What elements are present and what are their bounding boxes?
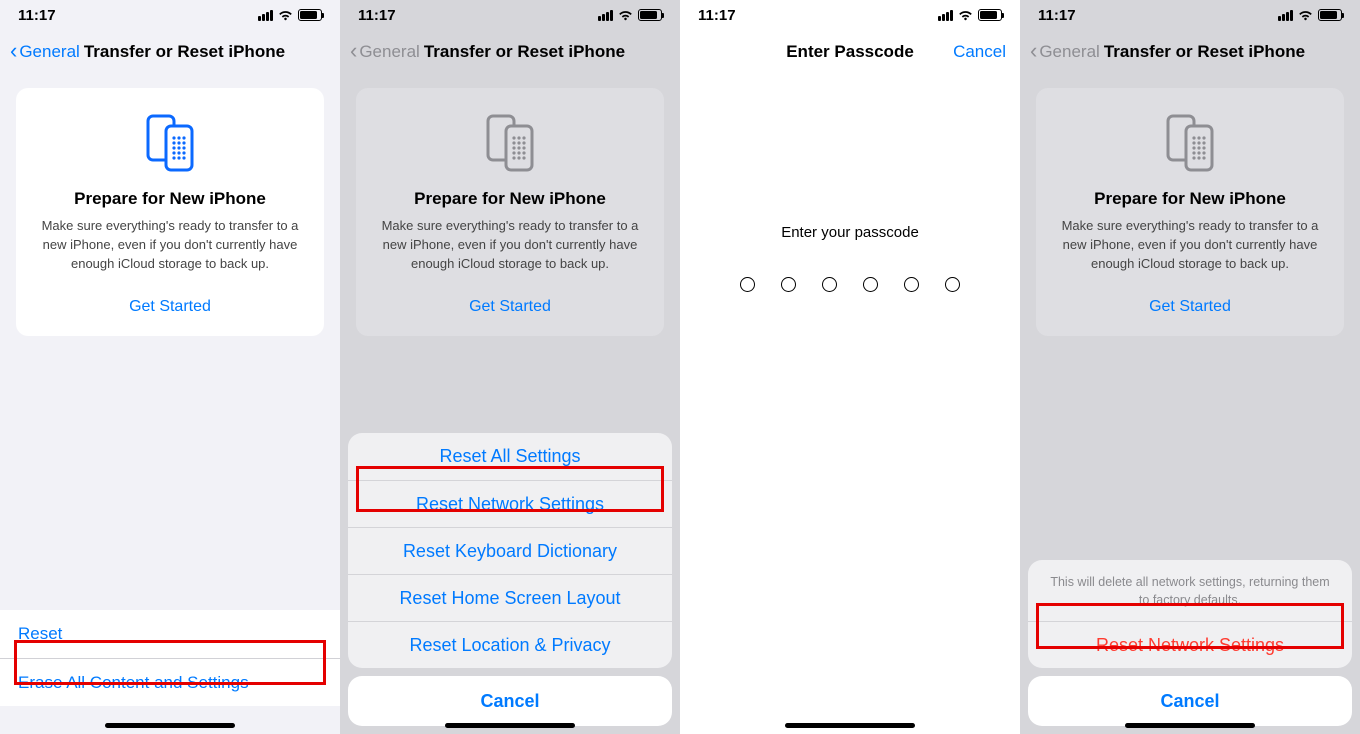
transfer-icon xyxy=(1054,112,1326,177)
home-indicator xyxy=(785,723,915,728)
status-bar: 11:17 xyxy=(0,0,340,30)
transfer-icon xyxy=(34,112,306,177)
transfer-icon xyxy=(374,112,646,177)
sheet-cancel[interactable]: Cancel xyxy=(348,676,672,726)
back-button[interactable]: ‹ General xyxy=(10,42,80,62)
card-title: Prepare for New iPhone xyxy=(1054,189,1326,209)
passcode-dot xyxy=(945,277,960,292)
screen-4: 11:17 ‹ General Transfer or Reset iPhone… xyxy=(1020,0,1360,734)
signal-icon xyxy=(258,10,273,21)
navbar: ‹ General Transfer or Reset iPhone xyxy=(0,30,340,74)
navbar: ‹ General Transfer or Reset iPhone xyxy=(340,30,680,74)
chevron-left-icon: ‹ xyxy=(350,40,357,62)
battery-icon xyxy=(1318,9,1342,21)
card-desc: Make sure everything's ready to transfer… xyxy=(34,217,306,274)
home-indicator xyxy=(1125,723,1255,728)
prepare-card: Prepare for New iPhone Make sure everyth… xyxy=(356,88,664,336)
navbar: Enter Passcode Cancel xyxy=(680,30,1020,74)
battery-icon xyxy=(978,9,1002,21)
wifi-icon xyxy=(277,9,294,21)
get-started-button[interactable]: Get Started xyxy=(374,298,646,316)
reset-home-screen-layout[interactable]: Reset Home Screen Layout xyxy=(348,574,672,621)
card-title: Prepare for New iPhone xyxy=(34,189,306,209)
battery-icon xyxy=(638,9,662,21)
page-title: Transfer or Reset iPhone xyxy=(84,42,285,62)
confirm-reset-network[interactable]: Reset Network Settings xyxy=(1028,621,1352,668)
passcode-dot xyxy=(904,277,919,292)
sheet-options: Reset All Settings Reset Network Setting… xyxy=(348,433,672,668)
status-right xyxy=(258,9,322,21)
reset-action-sheet: Reset All Settings Reset Network Setting… xyxy=(348,433,672,726)
confirm-sheet: This will delete all network settings, r… xyxy=(1028,560,1352,726)
status-right xyxy=(1278,9,1342,21)
chevron-left-icon: ‹ xyxy=(1030,40,1037,62)
back-label: General xyxy=(1039,42,1099,62)
back-button[interactable]: ‹ General xyxy=(1030,42,1100,62)
signal-icon xyxy=(938,10,953,21)
screen-3: 11:17 Enter Passcode Cancel Enter your p… xyxy=(680,0,1020,734)
back-label: General xyxy=(359,42,419,62)
card-desc: Make sure everything's ready to transfer… xyxy=(1054,217,1326,274)
status-bar: 11:17 xyxy=(1020,0,1360,30)
page-title: Transfer or Reset iPhone xyxy=(424,42,625,62)
back-label: General xyxy=(19,42,79,62)
prepare-card: Prepare for New iPhone Make sure everyth… xyxy=(16,88,324,336)
home-indicator xyxy=(445,723,575,728)
signal-icon xyxy=(1278,10,1293,21)
passcode-dots xyxy=(680,277,1020,292)
reset-all-settings[interactable]: Reset All Settings xyxy=(348,433,672,480)
get-started-button[interactable]: Get Started xyxy=(34,298,306,316)
card-desc: Make sure everything's ready to transfer… xyxy=(374,217,646,274)
get-started-button[interactable]: Get Started xyxy=(1054,298,1326,316)
row-reset[interactable]: Reset xyxy=(0,610,340,658)
sheet-confirm-group: This will delete all network settings, r… xyxy=(1028,560,1352,668)
cancel-button[interactable]: Cancel xyxy=(953,42,1006,62)
page-title: Transfer or Reset iPhone xyxy=(1104,42,1305,62)
status-bar: 11:17 xyxy=(340,0,680,30)
clock: 11:17 xyxy=(1038,7,1076,24)
wifi-icon xyxy=(1297,9,1314,21)
home-indicator xyxy=(105,723,235,728)
screen-1: 11:17 ‹ General Transfer or Reset iPhone… xyxy=(0,0,340,734)
signal-icon xyxy=(598,10,613,21)
navbar: ‹ General Transfer or Reset iPhone xyxy=(1020,30,1360,74)
passcode-dot xyxy=(822,277,837,292)
status-right xyxy=(598,9,662,21)
clock: 11:17 xyxy=(18,7,56,24)
clock: 11:17 xyxy=(358,7,396,24)
card-title: Prepare for New iPhone xyxy=(374,189,646,209)
wifi-icon xyxy=(957,9,974,21)
passcode-dot xyxy=(740,277,755,292)
passcode-dot xyxy=(863,277,878,292)
sheet-description: This will delete all network settings, r… xyxy=(1028,560,1352,621)
reset-network-settings[interactable]: Reset Network Settings xyxy=(348,480,672,527)
sheet-cancel[interactable]: Cancel xyxy=(1028,676,1352,726)
battery-icon xyxy=(298,9,322,21)
row-erase[interactable]: Erase All Content and Settings xyxy=(0,658,340,706)
back-button[interactable]: ‹ General xyxy=(350,42,420,62)
prepare-card: Prepare for New iPhone Make sure everyth… xyxy=(1036,88,1344,336)
bottom-list: Reset Erase All Content and Settings xyxy=(0,610,340,706)
status-right xyxy=(938,9,1002,21)
passcode-prompt: Enter your passcode xyxy=(680,224,1020,241)
status-bar: 11:17 xyxy=(680,0,1020,30)
chevron-left-icon: ‹ xyxy=(10,40,17,62)
passcode-dot xyxy=(781,277,796,292)
screen-2: 11:17 ‹ General Transfer or Reset iPhone… xyxy=(340,0,680,734)
wifi-icon xyxy=(617,9,634,21)
reset-keyboard-dictionary[interactable]: Reset Keyboard Dictionary xyxy=(348,527,672,574)
reset-location-privacy[interactable]: Reset Location & Privacy xyxy=(348,621,672,668)
clock: 11:17 xyxy=(698,7,736,24)
